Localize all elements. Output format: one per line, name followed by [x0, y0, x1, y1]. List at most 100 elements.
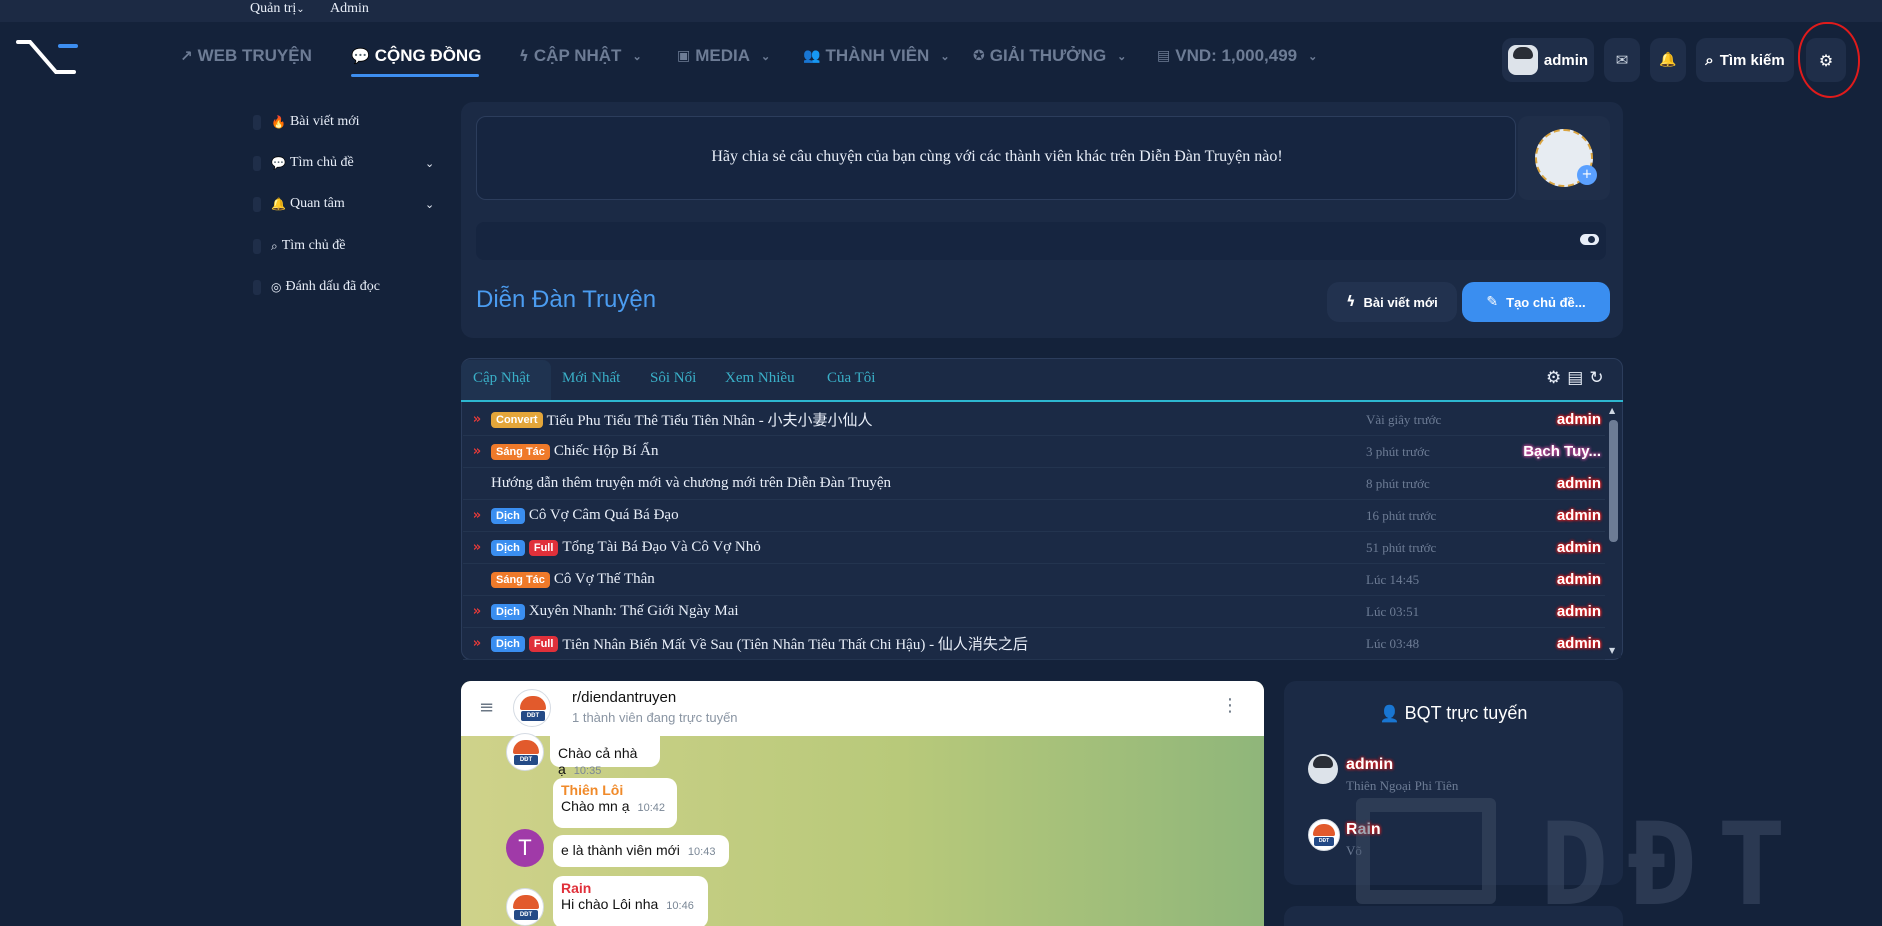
thread-time: 8 phút trước: [1366, 475, 1430, 491]
tab-cua-toi[interactable]: Của Tôi: [827, 370, 875, 387]
prefix-badge[interactable]: Sáng Tác: [491, 443, 550, 460]
share-avatar[interactable]: +: [1518, 116, 1610, 200]
tab-cap-nhat[interactable]: Cập Nhật: [473, 370, 530, 387]
more-vert-icon[interactable]: ⋮: [1221, 695, 1239, 716]
tab-moi-nhat[interactable]: Mới Nhất: [562, 370, 620, 387]
user-menu-button[interactable]: admin: [1502, 38, 1594, 82]
sidebar-item-watched[interactable]: 🔔 Quan tâm ⌄: [253, 192, 434, 216]
thread-row[interactable]: » Convert Tiểu Phu Tiểu Thê Tiểu Tiên Nhân…: [463, 404, 1605, 436]
thread-time: Vài giây trước: [1366, 411, 1442, 427]
nav-web-truyen[interactable]: ↗ WEB TRUYỆN: [180, 46, 312, 66]
thread-row[interactable]: » Dịch Full Tổng Tài Bá Đạo Và Cô Vợ Nhỏ 51 …: [463, 532, 1605, 564]
thread-title[interactable]: Xuyên Nhanh: Thế Giới Ngày Mai: [529, 603, 739, 620]
sidebar-item-new-posts[interactable]: 🔥 Bài viết mới: [253, 110, 360, 134]
thread-title[interactable]: Tiên Nhân Biến Mất Về Sau (Tiên Nhân Tiê…: [562, 633, 1027, 654]
staff-online-title: 👤 BQT trực tuyến: [1379, 703, 1528, 723]
site-logo[interactable]: [16, 38, 80, 78]
prefix-badge[interactable]: Convert: [491, 411, 543, 428]
prefix-badge[interactable]: Full: [528, 539, 559, 556]
thread-author[interactable]: admin: [1557, 475, 1601, 492]
double-chevron-right-icon: »: [472, 412, 482, 427]
create-topic-button[interactable]: ✎ Tạo chủ đề...: [1462, 282, 1610, 322]
plus-icon: +: [1577, 165, 1597, 185]
thread-time: Lúc 03:51: [1366, 603, 1420, 619]
sidebar-marker: [253, 238, 261, 254]
thread-row[interactable]: Sáng Tác Cô Vợ Thế Thân Lúc 14:45 admin: [463, 564, 1605, 596]
thread-author[interactable]: admin: [1557, 411, 1601, 428]
thread-author[interactable]: admin: [1557, 539, 1601, 556]
chevron-down-icon[interactable]: ⌄: [425, 157, 434, 170]
chevron-down-icon[interactable]: ⌄: [425, 198, 434, 211]
thread-title[interactable]: Cô Vợ Thế Thân: [554, 571, 655, 588]
sidebar-marker: [253, 114, 261, 130]
chevron-down-icon: ⌄: [761, 50, 771, 63]
watermark-book-icon: [1356, 798, 1496, 904]
admin-link[interactable]: Admin: [330, 1, 369, 17]
scrollbar-thumb[interactable]: [1609, 420, 1618, 542]
new-posts-button[interactable]: ϟ Bài viết mới: [1327, 282, 1457, 322]
prefix-badge[interactable]: Dịch: [491, 635, 525, 652]
share-story-box[interactable]: Hãy chia sẻ câu chuyện của bạn cùng với …: [476, 116, 1516, 200]
admin-menu[interactable]: Quản trị⌄: [250, 1, 305, 17]
nav-vnd-balance[interactable]: ▤ VND: 1,000,499 ⌄: [1157, 46, 1317, 66]
thread-row[interactable]: » Dịch Cô Vợ Câm Quá Bá Đạo 16 phút trước ad…: [463, 500, 1605, 532]
thread-row[interactable]: Hướng dẫn thêm truyện mới và chương mới …: [463, 468, 1605, 500]
nav-cong-dong[interactable]: 💬 CỘNG ĐỒNG: [351, 46, 481, 66]
refresh-icon[interactable]: ↻: [1589, 368, 1603, 388]
double-chevron-right-icon: »: [472, 604, 482, 619]
nav-giai-thuong[interactable]: ✪ GIẢI THƯỞNG ⌄: [973, 46, 1126, 66]
users-icon: 👥: [803, 48, 821, 64]
nav-media[interactable]: ▣ MEDIA ⌄: [677, 46, 770, 66]
thread-author[interactable]: admin: [1557, 635, 1601, 652]
thread-title[interactable]: Tiểu Phu Tiểu Thê Tiểu Tiên Nhân - 小夫小妻小…: [547, 409, 873, 430]
tab-xem-nhieu[interactable]: Xem Nhiều: [725, 370, 795, 387]
chat-header: ≡ DĐT r/diendantruyen 1 thành viên đang …: [461, 681, 1264, 736]
prefix-badge[interactable]: Full: [528, 635, 559, 652]
thread-scrollbar[interactable]: ▲ ▼: [1606, 404, 1621, 658]
thread-title[interactable]: Cô Vợ Câm Quá Bá Đạo: [529, 507, 679, 524]
avatar: DĐT: [506, 888, 544, 926]
eye-slash-icon: ◎: [271, 280, 282, 294]
search-icon: ⌕: [1705, 51, 1714, 69]
tab-soi-noi[interactable]: Sôi Nổi: [650, 370, 696, 387]
chat-message: e là thành viên mới 10:43: [553, 835, 729, 867]
thread-title[interactable]: Tổng Tài Bá Đạo Và Cô Vợ Nhỏ: [562, 539, 760, 556]
prefix-badge[interactable]: Dịch: [491, 539, 525, 556]
thread-author[interactable]: Bạch Tuy...: [1523, 443, 1601, 460]
thread-title[interactable]: Hướng dẫn thêm truyện mới và chương mới …: [491, 475, 891, 492]
menu-icon[interactable]: ≡: [479, 697, 494, 718]
alerts-button[interactable]: 🔔: [1650, 38, 1686, 82]
thread-author[interactable]: admin: [1557, 603, 1601, 620]
chevron-down-icon: ⌄: [940, 50, 950, 63]
sidebar-item-find-topics[interactable]: 💬 Tìm chủ đề ⌄: [253, 151, 434, 175]
thread-title[interactable]: Chiếc Hộp Bí Ẩn: [554, 443, 659, 460]
thread-author[interactable]: admin: [1557, 507, 1601, 524]
prefix-badge[interactable]: Sáng Tác: [491, 571, 550, 588]
prefix-badge[interactable]: Dịch: [491, 507, 525, 524]
bell-icon: 🔔: [271, 197, 286, 211]
thread-row[interactable]: » Dịch Xuyên Nhanh: Thế Giới Ngày Mai Lúc 0…: [463, 596, 1605, 628]
envelope-icon: ✉: [1615, 51, 1629, 69]
cogs-icon[interactable]: ⚙: [1546, 368, 1561, 388]
toggle-switch[interactable]: [1580, 234, 1599, 245]
sidebar-item-mark-read[interactable]: ◎ Đánh dấu đã đọc: [253, 275, 380, 299]
bell-icon: 🔔: [1659, 52, 1677, 68]
thread-time: 3 phút trước: [1366, 443, 1430, 459]
avatar: [1308, 754, 1338, 784]
search-button[interactable]: ⌕ Tìm kiếm: [1696, 38, 1794, 82]
thread-row[interactable]: » Sáng Tác Chiếc Hộp Bí Ẩn 3 phút trước Bạch…: [463, 436, 1605, 468]
archive-icon[interactable]: ▤: [1567, 368, 1583, 388]
scroll-up-icon[interactable]: ▲: [1609, 406, 1615, 415]
nav-thanh-vien[interactable]: 👥 THÀNH VIÊN ⌄: [803, 46, 950, 66]
comments-icon: 💬: [351, 47, 370, 65]
chat-widget: ≡ DĐT r/diendantruyen 1 thành viên đang …: [461, 681, 1264, 926]
sidebar-item-search-topics[interactable]: ⌕ Tìm chủ đề: [253, 234, 346, 258]
prefix-badge[interactable]: Dịch: [491, 603, 525, 620]
nav-cap-nhat[interactable]: ϟ CẬP NHẬT ⌄: [519, 46, 642, 66]
scroll-down-icon[interactable]: ▼: [1609, 646, 1615, 655]
thread-author[interactable]: admin: [1557, 571, 1601, 588]
channel-avatar: DĐT: [513, 689, 551, 727]
thread-row[interactable]: » Dịch Full Tiên Nhân Biến Mất Về Sau (Tiên…: [463, 628, 1605, 660]
inbox-button[interactable]: ✉: [1604, 38, 1640, 82]
avatar: DĐT: [1308, 819, 1340, 851]
